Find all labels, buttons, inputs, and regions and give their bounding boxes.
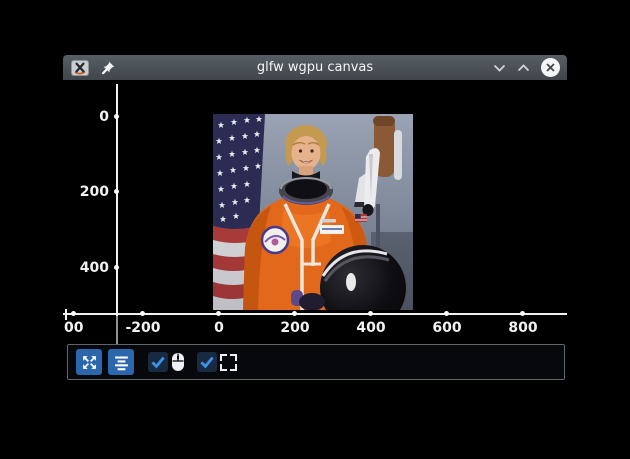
x-tick-dot (140, 311, 145, 316)
window-titlebar[interactable]: glfw wgpu canvas (63, 55, 567, 80)
y-tick-dot (114, 189, 119, 194)
x-tick-dot (520, 311, 525, 316)
pin-icon[interactable] (101, 61, 115, 75)
y-tick-label: 0 (63, 108, 109, 126)
checkmark-icon (199, 354, 215, 370)
x-tick-dot (71, 311, 76, 316)
x-tick-dot (292, 311, 297, 316)
fullscreen-checkbox[interactable] (197, 352, 217, 372)
fullscreen-icon (220, 354, 237, 371)
expand-arrows-icon (81, 354, 98, 371)
mouse-icon (171, 352, 185, 372)
x-tick-label: 0 (214, 320, 224, 336)
chevron-down-icon[interactable] (493, 63, 506, 73)
window-title: glfw wgpu canvas (63, 60, 567, 75)
desktop-background: glfw wgpu canvas (0, 0, 630, 459)
x-tick-label: 800 (508, 320, 537, 336)
fullscreen-toggle[interactable] (197, 352, 237, 372)
align-center-button[interactable] (108, 349, 134, 375)
x-tick-label: -200 (125, 320, 160, 336)
x-tick-label: 400 (356, 320, 385, 336)
y-tick-dot (114, 114, 119, 119)
plot-toolbar (67, 344, 565, 380)
y-tick-label: 200 (63, 183, 109, 201)
y-tick-dot (114, 265, 119, 270)
close-button[interactable] (541, 58, 560, 77)
x-tick-label: 600 (432, 320, 461, 336)
x-tick-dot (444, 311, 449, 316)
panzoom-checkbox[interactable] (148, 352, 168, 372)
panzoom-toggle[interactable] (148, 352, 185, 372)
x-tick-dot (368, 311, 373, 316)
expand-arrows-button[interactable] (76, 349, 102, 375)
x-axis-line (63, 313, 567, 315)
x-tick-label: 200 (280, 320, 309, 336)
astronaut-photo (213, 114, 413, 310)
close-icon (545, 62, 556, 73)
app-logo-icon[interactable] (71, 60, 89, 76)
y-axis-line-lower (116, 316, 118, 347)
x-tick-label: 00 (64, 320, 83, 336)
align-center-icon (113, 354, 130, 371)
x-tick-dot (216, 311, 221, 316)
plot-canvas[interactable]: 0 200 400 00 -200 0 200 400 600 800 (63, 80, 567, 380)
chevron-up-icon[interactable] (517, 63, 530, 73)
y-tick-label: 400 (63, 259, 109, 277)
checkmark-icon (150, 354, 166, 370)
x-axis-end-cap (65, 309, 67, 320)
